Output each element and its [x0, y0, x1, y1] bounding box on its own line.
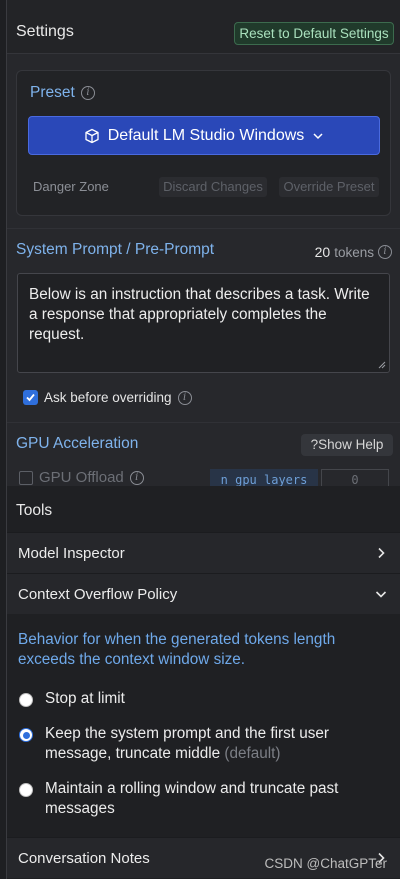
tools-section: Tools Model Inspector Context Overflow P…	[7, 486, 400, 879]
chevron-down-icon	[375, 591, 387, 598]
chevron-down-icon	[313, 132, 323, 139]
system-prompt-title: System Prompt / Pre-Prompt	[16, 241, 215, 258]
radio-stop-at-limit[interactable]	[19, 693, 33, 707]
discard-changes-button[interactable]: Discard Changes	[159, 177, 267, 197]
gpu-acceleration-title: GPU Acceleration	[16, 435, 139, 452]
option-rolling-window[interactable]: Maintain a rolling window and truncate p…	[19, 779, 389, 819]
question-circle-icon: ?	[310, 437, 319, 452]
info-icon[interactable]: i	[129, 470, 144, 485]
n-gpu-layers-input[interactable]: 0	[321, 469, 389, 486]
gpu-acceleration-section: GPU Acceleration ?Show Help GPU Offload …	[7, 422, 400, 486]
default-tag: (default)	[224, 745, 281, 762]
watermark: CSDN @ChatGPTer	[264, 856, 387, 871]
ask-before-overriding-row[interactable]: Ask before overriding i	[23, 390, 192, 405]
show-help-button[interactable]: ?Show Help	[301, 434, 393, 456]
tools-title: Tools	[16, 502, 53, 519]
settings-title: Settings	[16, 23, 74, 40]
checkmark-icon	[26, 393, 35, 402]
settings-panel: Settings Reset to Default Settings Prese…	[6, 0, 400, 879]
option-label: Stop at limit	[45, 690, 125, 707]
info-icon[interactable]: i	[378, 245, 392, 259]
context-overflow-policy-label: Context Overflow Policy	[18, 585, 178, 603]
gpu-offload-checkbox[interactable]	[19, 470, 33, 485]
token-unit: tokens	[334, 244, 374, 260]
reset-defaults-button[interactable]: Reset to Default Settings	[234, 22, 394, 45]
option-label: Keep the system prompt and the first use…	[45, 725, 329, 762]
option-text: Keep the system prompt and the first use…	[45, 724, 389, 764]
system-prompt-text: Below is an instruction that describes a…	[29, 286, 370, 343]
option-truncate-middle[interactable]: Keep the system prompt and the first use…	[19, 724, 389, 764]
danger-zone-label: Danger Zone	[33, 179, 109, 194]
option-label: Maintain a rolling window and truncate p…	[45, 780, 339, 817]
radio-rolling-window[interactable]	[19, 783, 33, 797]
preset-selected-label: Default LM Studio Windows	[107, 126, 305, 144]
gpu-offload-row[interactable]: GPU Offload i	[19, 469, 144, 486]
model-inspector-row[interactable]: Model Inspector	[7, 532, 400, 573]
token-count: 20	[314, 244, 331, 260]
n-gpu-layers-label: n_gpu_layers	[210, 469, 318, 486]
system-prompt-textarea[interactable]: Below is an instruction that describes a…	[17, 273, 390, 373]
show-help-label: Show Help	[318, 437, 384, 452]
system-prompt-section: System Prompt / Pre-Prompt 20 tokens i B…	[7, 228, 400, 420]
radio-truncate-middle[interactable]	[19, 728, 33, 742]
preset-label: Preset	[30, 84, 75, 101]
settings-header: Settings Reset to Default Settings	[7, 0, 400, 54]
info-icon[interactable]: i	[81, 86, 95, 100]
info-icon[interactable]: i	[177, 390, 192, 405]
gpu-offload-label: GPU Offload	[39, 469, 124, 486]
ask-before-overriding-checkbox[interactable]	[23, 390, 38, 405]
conversation-notes-label: Conversation Notes	[18, 849, 150, 867]
cube-icon	[85, 128, 99, 143]
resize-handle-icon[interactable]	[378, 361, 386, 369]
override-preset-button[interactable]: Override Preset	[279, 177, 379, 197]
overflow-description: Behavior for when the generated tokens l…	[18, 631, 336, 668]
token-counter: 20 tokens i	[315, 244, 392, 260]
context-overflow-policy-body: Behavior for when the generated tokens l…	[7, 615, 400, 837]
preset-card: Preset i Default LM Studio Windows Dange…	[16, 70, 391, 216]
model-inspector-label: Model Inspector	[18, 544, 125, 562]
option-stop-at-limit[interactable]: Stop at limit	[19, 689, 389, 709]
chevron-right-icon	[378, 547, 385, 559]
context-overflow-policy-row[interactable]: Context Overflow Policy	[7, 573, 400, 614]
ask-before-overriding-label: Ask before overriding	[44, 390, 172, 405]
preset-dropdown[interactable]: Default LM Studio Windows	[28, 116, 380, 155]
